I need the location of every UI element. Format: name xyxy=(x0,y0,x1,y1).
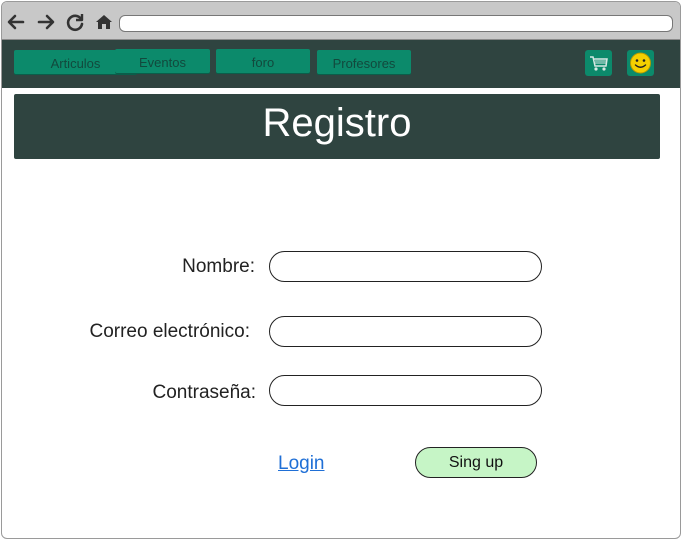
url-bar[interactable] xyxy=(119,15,673,32)
arrow-left-icon[interactable] xyxy=(5,11,27,33)
login-link[interactable]: Login xyxy=(278,453,325,475)
password-input[interactable] xyxy=(269,375,542,406)
top-navbar: Articulos Eventos foro Profesores xyxy=(2,40,680,88)
shopping-cart-icon[interactable] xyxy=(585,50,612,76)
email-input[interactable] xyxy=(269,316,542,347)
browser-window: Articulos Eventos foro Profesores Regist… xyxy=(1,1,681,539)
page-title: Registro xyxy=(262,101,412,145)
name-label: Nombre: xyxy=(182,256,255,277)
nav-item-profesores[interactable]: Profesores xyxy=(317,50,411,74)
smiley-user-icon[interactable] xyxy=(627,50,654,76)
nav-item-eventos[interactable]: Eventos xyxy=(115,49,210,73)
page-header: Registro xyxy=(14,94,660,159)
email-label: Correo electrónico: xyxy=(89,321,250,342)
name-input[interactable] xyxy=(269,251,542,282)
browser-toolbar xyxy=(2,2,680,40)
password-label: Contraseña: xyxy=(152,382,256,403)
nav-item-foro[interactable]: foro xyxy=(216,49,310,73)
arrow-right-icon[interactable] xyxy=(35,11,57,33)
home-icon[interactable] xyxy=(93,11,115,33)
signup-button[interactable]: Sing up xyxy=(415,447,537,478)
reload-icon[interactable] xyxy=(64,11,86,33)
